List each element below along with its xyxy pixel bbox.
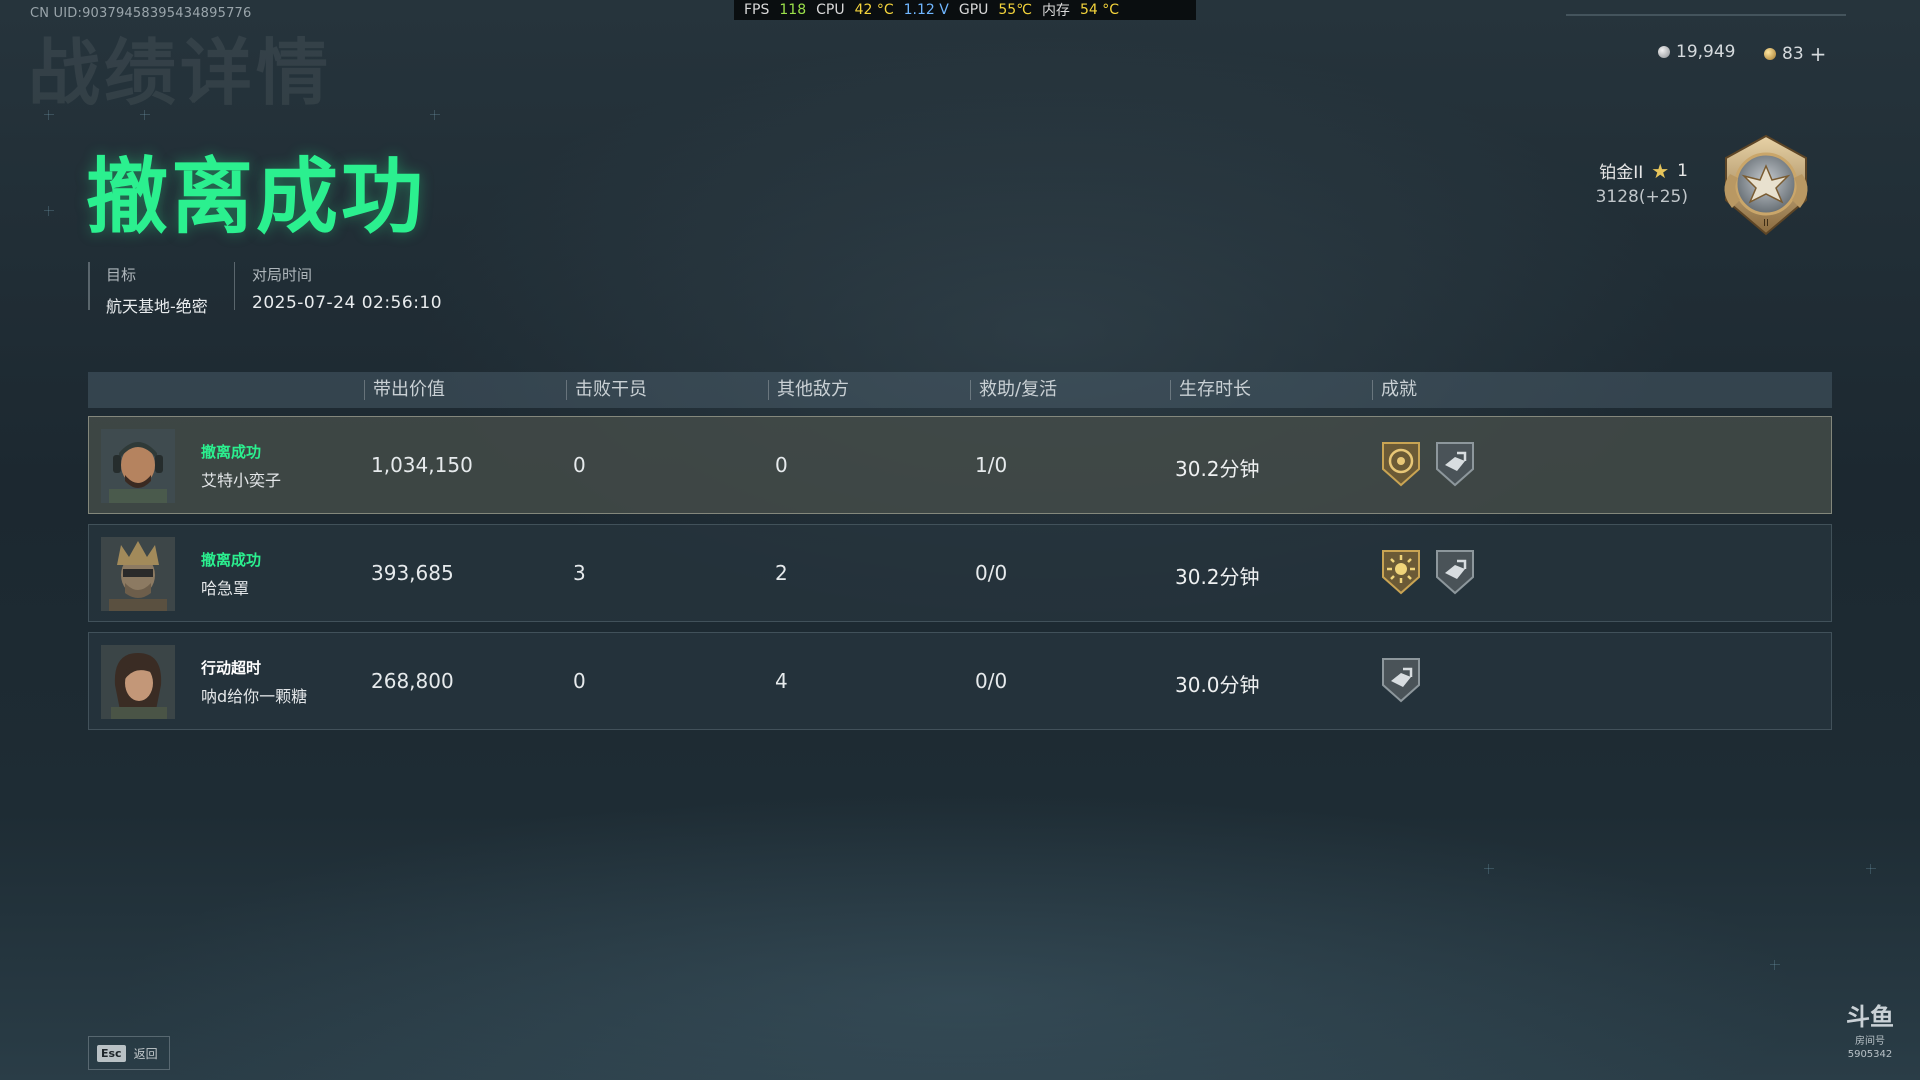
silver-amount: 19,949 (1676, 42, 1736, 62)
other-enemies-cell: 4 (775, 669, 788, 693)
grid-cross (1770, 960, 1780, 970)
rank-info: 铂金II ★ 1 3128(+25) (1595, 158, 1688, 208)
streaming-logo: 斗鱼 房间号 5905342 (1840, 1004, 1900, 1064)
grid-cross (1866, 864, 1876, 874)
silver-currency: 19,949 (1658, 42, 1735, 62)
target-label: 目标 (106, 266, 137, 284)
star-icon: ★ (1651, 158, 1670, 183)
match-time-value: 2025-07-24 02:56:10 (252, 293, 443, 313)
assist-revive-cell: 1/0 (975, 453, 1008, 477)
extraction-icon[interactable] (1379, 655, 1423, 705)
result-headline: 撤离成功 (86, 150, 427, 245)
survival-time-cell: 30.2分钟 (1175, 457, 1260, 481)
avatar (101, 645, 175, 719)
survival-time-cell: 30.0分钟 (1175, 673, 1260, 697)
top-divider (1566, 14, 1846, 16)
kills-cell: 3 (573, 561, 586, 585)
assist-revive-cell: 0/0 (975, 561, 1008, 585)
cpu-label: CPU (816, 2, 845, 18)
gold-currency[interactable]: 83 + (1764, 42, 1826, 66)
gold-amount: 83 (1782, 44, 1804, 64)
silver-coin-icon (1658, 46, 1670, 58)
kills-cell: 0 (573, 453, 586, 477)
back-label: 返回 (133, 1046, 158, 1061)
extraction-status: 行动超时 (201, 659, 262, 677)
gpu-label: GPU (958, 2, 989, 18)
meta-divider (234, 262, 235, 310)
meta-divider (88, 262, 90, 310)
header-achievements: 成就 (1372, 380, 1417, 400)
gold-medal-icon[interactable] (1379, 439, 1423, 489)
logo-text: 斗鱼 (1846, 1003, 1894, 1031)
table-row[interactable]: 撤离成功 艾特小奕子 1,034,150 0 0 1/0 30.2分钟 (88, 416, 1832, 514)
other-enemies-cell: 2 (775, 561, 788, 585)
performance-overlay: FPS 118 CPU 42 °C 1.12 V GPU 55℃ 内存 54 °… (734, 0, 1196, 20)
header-value: 带出价值 (364, 380, 445, 400)
cpu-voltage: 1.12 V (903, 2, 949, 18)
header-kills: 击败干员 (566, 380, 647, 400)
player-name: 呐d给你一颗糖 (201, 687, 308, 706)
esc-key: Esc (97, 1044, 126, 1062)
cpu-temp: 42 °C (854, 2, 894, 18)
value-cell: 1,034,150 (371, 453, 473, 477)
target-value: 航天基地-绝密 (106, 297, 208, 316)
grid-cross (44, 206, 54, 216)
memory-temp: 54 °C (1079, 2, 1119, 18)
gold-coin-icon (1764, 48, 1776, 60)
avatar (101, 537, 175, 611)
memory-label: 内存 (1041, 3, 1070, 19)
avatar (101, 429, 175, 503)
player-uid: CN UID:9037945839543489577​6 (30, 6, 252, 21)
table-row[interactable]: 行动超时 呐d给你一颗糖 268,800 0 4 0/0 30.0分钟 (88, 632, 1832, 730)
back-button[interactable]: Esc 返回 (88, 1036, 170, 1070)
rank-score: 3128(+25) (1595, 187, 1688, 207)
header-survival-time: 生存时长 (1170, 380, 1251, 400)
fps-value: 118 (779, 2, 807, 18)
extraction-status: 撤离成功 (201, 551, 262, 569)
table-row[interactable]: 撤离成功 哈急罩 393,685 3 2 0/0 30.2分钟 (88, 524, 1832, 622)
background-title: 战绩详情 (28, 31, 333, 115)
extraction-icon[interactable] (1433, 439, 1477, 489)
other-enemies-cell: 0 (775, 453, 788, 477)
gpu-temp: 55℃ (998, 2, 1032, 18)
player-name: 哈急罩 (201, 579, 250, 598)
sun-medal-icon[interactable] (1379, 547, 1423, 597)
value-cell: 393,685 (371, 561, 454, 585)
table-header: 带出价值 击败干员 其他敌方 救助/复活 生存时长 成就 (88, 372, 1832, 408)
value-cell: 268,800 (371, 669, 454, 693)
player-name: 艾特小奕子 (201, 471, 282, 490)
header-other-enemies: 其他敌方 (768, 380, 849, 400)
fps-label: FPS (744, 2, 770, 18)
kills-cell: 0 (573, 669, 586, 693)
rank-name: 铂金II (1599, 163, 1644, 183)
header-assist-revive: 救助/复活 (970, 380, 1057, 400)
grid-cross (1484, 864, 1494, 874)
extraction-icon[interactable] (1433, 547, 1477, 597)
target-meta: 目标 航天基地-绝密 (106, 264, 208, 317)
add-currency-button[interactable]: + (1810, 42, 1827, 66)
assist-revive-cell: 0/0 (975, 669, 1008, 693)
match-time-label: 对局时间 (252, 266, 313, 284)
rank-stars: 1 (1677, 160, 1688, 181)
extraction-status: 撤离成功 (201, 443, 262, 461)
room-label: 房间号 (1855, 1036, 1885, 1047)
platinum-eagle-badge-icon: II (1724, 134, 1808, 236)
svg-text:II: II (1763, 218, 1769, 229)
room-id: 5905342 (1847, 1049, 1893, 1060)
grid-cross (430, 110, 440, 120)
survival-time-cell: 30.2分钟 (1175, 565, 1260, 589)
match-time-meta: 对局时间 2025-07-24 02:56:10 (252, 264, 442, 313)
